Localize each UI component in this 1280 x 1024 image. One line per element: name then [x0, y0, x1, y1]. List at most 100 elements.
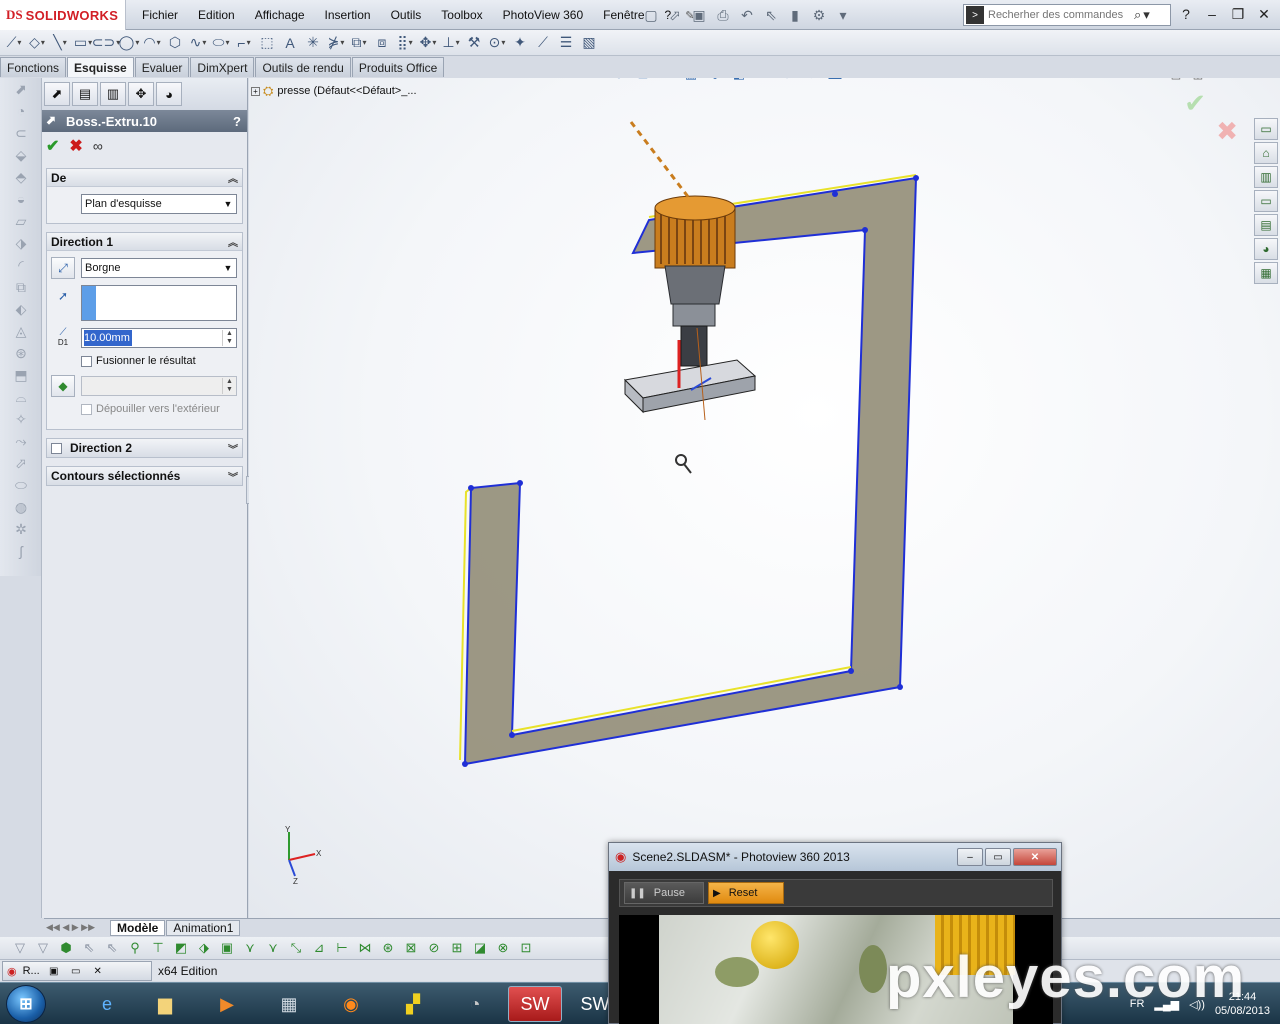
instant3d-icon[interactable]: ⬀: [3, 452, 39, 474]
property-manager-tab-icon[interactable]: ▤: [72, 82, 98, 106]
photoview-maximize-icon[interactable]: ▭: [985, 848, 1011, 866]
lofted-cut-icon[interactable]: ⬗: [3, 232, 39, 254]
filter-features-icon[interactable]: ◩: [171, 939, 191, 957]
direction1-group-header[interactable]: Direction 1 ︽: [47, 233, 242, 251]
undo-icon[interactable]: ↶: [736, 5, 758, 25]
tab-animation1[interactable]: Animation1: [166, 919, 241, 936]
pattern-feature-icon[interactable]: ⧉: [3, 276, 39, 298]
calculator-icon[interactable]: ▦: [262, 986, 316, 1022]
curve-dropdown-icon[interactable]: ʃ: [3, 540, 39, 562]
dimxpert-manager-tab-icon[interactable]: ✥: [128, 82, 154, 106]
tab-modele[interactable]: Modèle: [110, 919, 166, 936]
filter-axes-icon[interactable]: ⋎: [240, 939, 260, 957]
instant2d-icon[interactable]: ⟋: [533, 33, 553, 53]
filter-cosmetic-icon[interactable]: ⊡: [516, 939, 536, 957]
options-dropdown-icon[interactable]: ▾: [832, 5, 854, 25]
filter-faces-icon[interactable]: ⬢: [56, 939, 76, 957]
erase-icon[interactable]: ◇: [27, 33, 47, 53]
reference-geometry-icon[interactable]: ✧: [3, 408, 39, 430]
search-dropdown-icon[interactable]: ▾: [1143, 7, 1150, 23]
filter-icon[interactable]: ▽: [10, 939, 30, 957]
filter-datums-icon[interactable]: ⊘: [424, 939, 444, 957]
select-icon[interactable]: ⇖: [760, 5, 782, 25]
filter-blocks-icon[interactable]: ◪: [470, 939, 490, 957]
relations-icon[interactable]: ⊥: [441, 33, 461, 53]
move-icon[interactable]: ✥: [418, 33, 438, 53]
print-icon[interactable]: ⎙: [712, 5, 734, 25]
direction-selection-box[interactable]: [81, 285, 237, 321]
collapse-chevron-icon[interactable]: ︽: [228, 170, 238, 185]
rib-icon[interactable]: ⬖: [3, 298, 39, 320]
display-manager-tab-icon[interactable]: ◕: [156, 82, 182, 106]
command-prompt-icon[interactable]: >: [966, 6, 984, 24]
app-logo[interactable]: DS SOLIDWORKS: [0, 0, 126, 30]
rebuild-icon[interactable]: ▮: [784, 5, 806, 25]
filter-centers-icon[interactable]: ⊗: [493, 939, 513, 957]
image-icon[interactable]: ▧: [579, 33, 599, 53]
file-explorer-icon[interactable]: ▆: [138, 986, 192, 1022]
photoview-close-icon[interactable]: ✕: [1013, 848, 1057, 866]
from-select[interactable]: Plan d'esquisse ▼: [81, 194, 237, 214]
plane-icon[interactable]: ⬚: [257, 33, 277, 53]
firefox-icon[interactable]: ◉: [324, 986, 378, 1022]
cancel-button[interactable]: ✖: [69, 136, 82, 156]
point-icon[interactable]: ✳: [303, 33, 323, 53]
search-icon[interactable]: ⌕: [1134, 7, 1141, 23]
smart-dimension-icon[interactable]: ⟋: [4, 33, 24, 53]
ok-button[interactable]: ✔: [46, 136, 59, 156]
pixel-app-icon[interactable]: ▞: [386, 986, 440, 1022]
pause-button[interactable]: ❚❚ Pause: [624, 882, 704, 904]
arc-icon[interactable]: ◠: [142, 33, 162, 53]
curves-icon[interactable]: ⤳: [3, 430, 39, 452]
open-icon[interactable]: ⬀: [664, 5, 686, 25]
swept-cut-icon[interactable]: ▱: [3, 210, 39, 232]
extruded-cut-icon[interactable]: ⬘: [3, 166, 39, 188]
direction2-checkbox[interactable]: [51, 442, 62, 454]
tab-outils-de-rendu[interactable]: Outils de rendu: [255, 57, 351, 77]
filter-notes-icon[interactable]: ⋈: [355, 939, 375, 957]
save-icon[interactable]: ▣: [688, 5, 710, 25]
filter-planes-icon[interactable]: ⋎: [263, 939, 283, 957]
reverse-direction-icon[interactable]: ⤢: [51, 257, 75, 279]
filter-solids-icon[interactable]: ▣: [217, 939, 237, 957]
revolved-boss-icon[interactable]: ◔: [3, 100, 39, 122]
minimized-document-window[interactable]: ◉ R... ▣ ▭ ✕: [2, 961, 152, 981]
repair-icon[interactable]: ⚒: [464, 33, 484, 53]
feature-manager-tab-icon[interactable]: ⬈: [44, 82, 70, 106]
contours-group[interactable]: Contours sélectionnés ︾: [46, 466, 243, 486]
swept-boss-icon[interactable]: ⊂: [3, 122, 39, 144]
menu-fichier[interactable]: Fichier: [132, 8, 188, 22]
select-icon[interactable]: ⇖: [79, 939, 99, 957]
close-icon[interactable]: ✕: [1254, 4, 1274, 24]
filter-sketch-icon[interactable]: ⊿: [309, 939, 329, 957]
command-search-input[interactable]: [988, 9, 1132, 21]
reset-button[interactable]: ▶ Reset: [708, 882, 784, 904]
rectangle-icon[interactable]: ▭: [73, 33, 93, 53]
filter-welds-icon[interactable]: ⊠: [401, 939, 421, 957]
sketch-3d-icon[interactable]: ✲: [3, 518, 39, 540]
menu-affichage[interactable]: Affichage: [245, 8, 315, 22]
collapse-chevron-icon[interactable]: ︽: [228, 234, 238, 249]
options-icon[interactable]: ⚙: [808, 5, 830, 25]
spline-icon[interactable]: ∿: [188, 33, 208, 53]
pattern-icon[interactable]: ⣿: [395, 33, 415, 53]
depth-spinner[interactable]: ▲▼: [81, 328, 237, 348]
menu-toolbox[interactable]: Toolbox: [431, 8, 492, 22]
tab-produits-office[interactable]: Produits Office: [351, 57, 445, 77]
line-icon[interactable]: ╲: [50, 33, 70, 53]
maximize-icon[interactable]: ▭: [68, 964, 84, 978]
filter-tolerances-icon[interactable]: ⊞: [447, 939, 467, 957]
mate-icon[interactable]: ⚲: [125, 939, 145, 957]
mirror-icon[interactable]: ⬭: [3, 474, 39, 496]
wrap-icon[interactable]: ⬒: [3, 364, 39, 386]
trim-icon[interactable]: ⋡: [326, 33, 346, 53]
photoview-title-bar[interactable]: ◉ Scene2.SLDASM* - Photoview 360 2013 – …: [609, 843, 1061, 871]
restore-icon[interactable]: ▣: [46, 964, 62, 978]
menu-insertion[interactable]: Insertion: [315, 8, 381, 22]
fillet-icon[interactable]: ⌐: [234, 33, 254, 53]
menu-edition[interactable]: Edition: [188, 8, 245, 22]
new-document-icon[interactable]: ▢: [640, 5, 662, 25]
depth-input[interactable]: [84, 330, 132, 346]
direction2-group[interactable]: Direction 2 ︾: [46, 438, 243, 458]
lofted-boss-icon[interactable]: ⬙: [3, 144, 39, 166]
